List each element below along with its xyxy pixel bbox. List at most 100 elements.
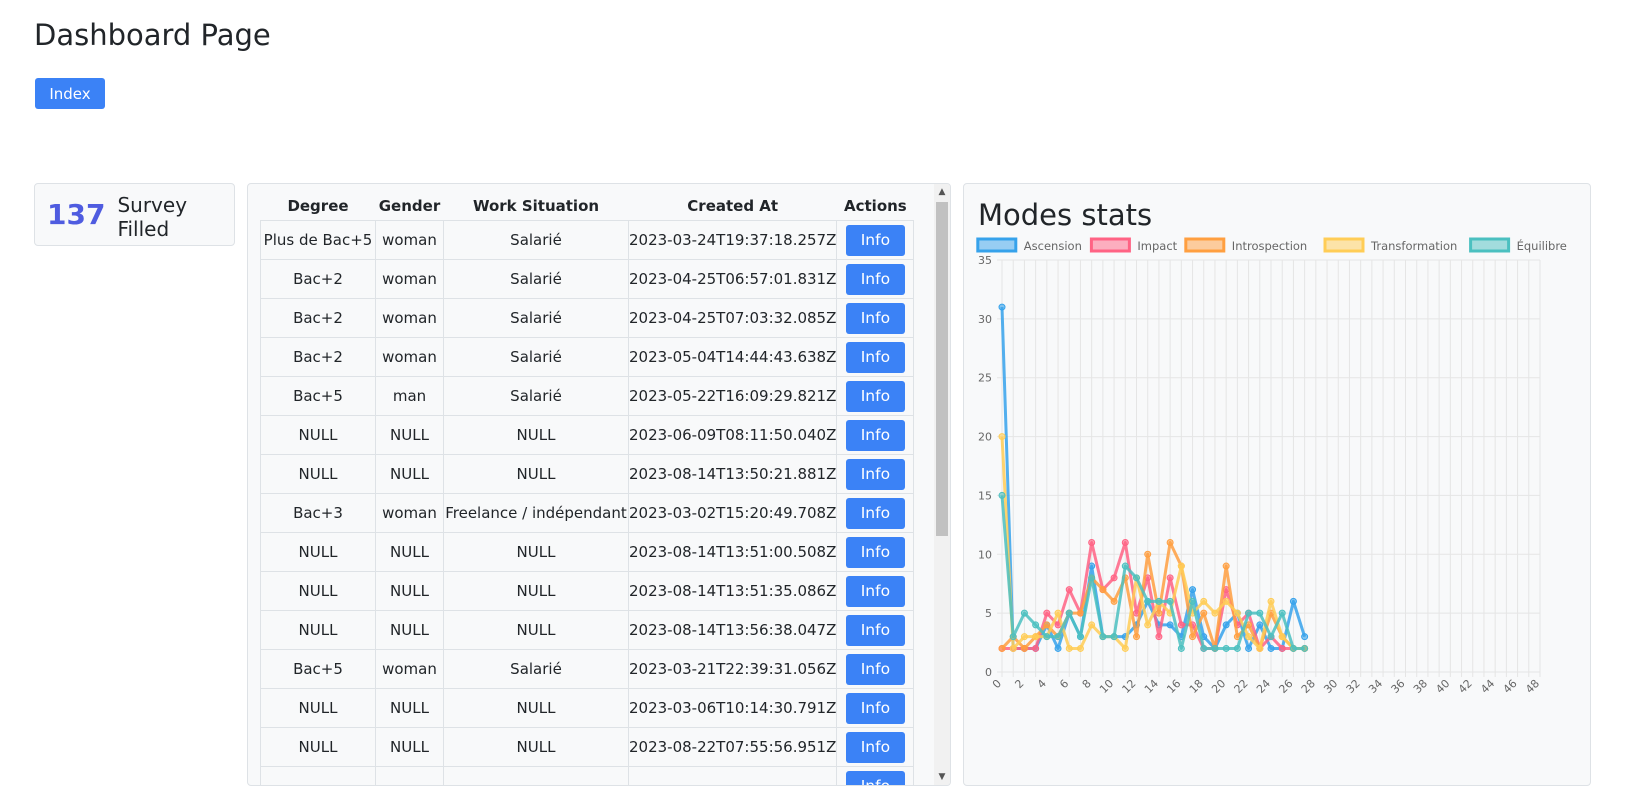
created-at-cell: 2023-03-02T15:20:49.708Z	[627, 493, 838, 533]
column-header-actions: Actions	[844, 197, 907, 215]
data-point	[1166, 597, 1174, 605]
scroll-down-arrow-icon[interactable]: ▼	[934, 771, 950, 783]
y-tick-label: 10	[978, 548, 992, 561]
legend-swatch	[1323, 237, 1365, 253]
gender-cell: woman	[375, 298, 444, 338]
data-point	[1222, 597, 1230, 605]
x-tick-label: 8	[1080, 677, 1094, 691]
info-button[interactable]: Info	[845, 419, 905, 451]
degree-cell: Plus de Bac+5	[260, 220, 376, 260]
actions-cell: Info	[836, 337, 915, 377]
gender-cell: woman	[375, 337, 444, 377]
y-tick-label: 25	[978, 372, 992, 385]
info-button[interactable]: Info	[845, 263, 905, 295]
scrollbar-thumb[interactable]	[936, 202, 948, 536]
table-row: Bac+3 woman Freelance / indépendant 2023-03…	[260, 493, 915, 533]
y-tick-label: 20	[978, 431, 992, 444]
data-point	[1155, 633, 1163, 641]
info-button[interactable]: Info	[845, 536, 905, 568]
info-button[interactable]: Info	[845, 692, 905, 724]
x-tick-label: 4	[1035, 677, 1049, 691]
data-point	[1054, 644, 1062, 652]
table-row: NULL NULL NULL 2023-08-14T13:51:35.086Z Info	[260, 571, 915, 611]
x-tick-label: 44	[1478, 677, 1497, 696]
created-at-cell: 2023-08-14T13:56:38.047Z	[627, 610, 838, 650]
info-button[interactable]: Info	[845, 224, 905, 256]
data-point	[1289, 644, 1297, 652]
info-button[interactable]: Info	[845, 614, 905, 646]
info-button[interactable]: Info	[845, 575, 905, 607]
y-tick-label: 0	[985, 666, 992, 679]
data-point	[1099, 633, 1107, 641]
created-at-cell: 2023-08-14T13:50:21.881Z	[627, 454, 838, 494]
degree-cell	[260, 766, 376, 785]
data-point	[1200, 644, 1208, 652]
degree-cell: Bac+5	[260, 376, 376, 416]
data-point	[1032, 633, 1040, 641]
degree-cell: NULL	[260, 532, 376, 572]
info-button[interactable]: Info	[845, 731, 905, 763]
degree-cell: NULL	[260, 415, 376, 455]
data-point	[1110, 574, 1118, 582]
actions-cell: Info	[836, 766, 915, 785]
data-point	[998, 433, 1006, 441]
y-tick-label: 15	[978, 489, 992, 502]
created-at-cell: 2023-06-09T08:11:50.040Z	[627, 415, 838, 455]
legend-label: Impact	[1137, 239, 1177, 253]
data-point	[1222, 621, 1230, 629]
legend-label: Équilibre	[1517, 238, 1567, 253]
degree-cell: NULL	[260, 454, 376, 494]
table-body: Plus de Bac+5 woman Salarié 2023-03-24T19:3…	[260, 220, 915, 785]
x-tick-label: 0	[990, 677, 1004, 691]
x-tick-label: 46	[1501, 677, 1520, 696]
legend-label: Ascension	[1024, 239, 1082, 253]
y-tick-label: 35	[978, 254, 992, 267]
table-scroll-area[interactable]: Degree Gender Work Situation Created At …	[260, 192, 922, 785]
data-point	[1032, 644, 1040, 652]
data-point	[1155, 609, 1163, 617]
table-row: NULL NULL NULL 2023-08-22T07:55:56.951Z Info	[260, 727, 915, 767]
table-row: NULL NULL NULL 2023-06-09T08:11:50.040Z Info	[260, 415, 915, 455]
scroll-up-arrow-icon[interactable]: ▲	[934, 186, 950, 198]
info-button[interactable]: Info	[845, 653, 905, 685]
series-line	[1000, 436, 1305, 650]
column-header-degree: Degree	[287, 197, 349, 215]
actions-cell: Info	[836, 688, 915, 728]
actions-cell: Info	[836, 610, 915, 650]
gender-cell: NULL	[375, 532, 444, 572]
x-tick-label: 34	[1366, 677, 1385, 696]
x-tick-label: 30	[1321, 677, 1340, 696]
table-scrollbar[interactable]: ▲ ▼	[934, 184, 950, 785]
work-situation-cell: Salarié	[443, 337, 629, 377]
data-point	[1032, 621, 1040, 629]
data-point	[1088, 621, 1096, 629]
info-button[interactable]: Info	[845, 341, 905, 373]
survey-table-card: Degree Gender Work Situation Created At …	[247, 183, 951, 786]
info-button[interactable]: Info	[845, 770, 905, 785]
degree-cell: NULL	[260, 688, 376, 728]
data-point	[1222, 562, 1230, 570]
info-button[interactable]: Info	[845, 497, 905, 529]
data-point	[1020, 609, 1028, 617]
actions-cell: Info	[836, 532, 915, 572]
data-point	[1166, 621, 1174, 629]
data-point	[1177, 621, 1185, 629]
info-button[interactable]: Info	[845, 302, 905, 334]
table-row: Bac+5 woman Salarié 2023-03-21T22:39:31.056…	[260, 649, 915, 689]
data-point	[1043, 609, 1051, 617]
data-point	[1189, 633, 1197, 641]
index-button[interactable]: Index	[35, 78, 105, 109]
work-situation-cell	[443, 766, 629, 785]
data-point	[1054, 633, 1062, 641]
data-point	[1177, 562, 1185, 570]
survey-count-card: 137 Survey Filled	[34, 183, 235, 246]
gender-cell: NULL	[375, 454, 444, 494]
info-button[interactable]: Info	[845, 458, 905, 490]
data-point	[1233, 609, 1241, 617]
legend-swatch	[976, 237, 1018, 253]
table-row: NULL NULL NULL 2023-08-14T13:56:38.047Z Info	[260, 610, 915, 650]
data-point	[1233, 644, 1241, 652]
actions-cell: Info	[836, 376, 915, 416]
data-point	[1267, 644, 1275, 652]
info-button[interactable]: Info	[845, 380, 905, 412]
